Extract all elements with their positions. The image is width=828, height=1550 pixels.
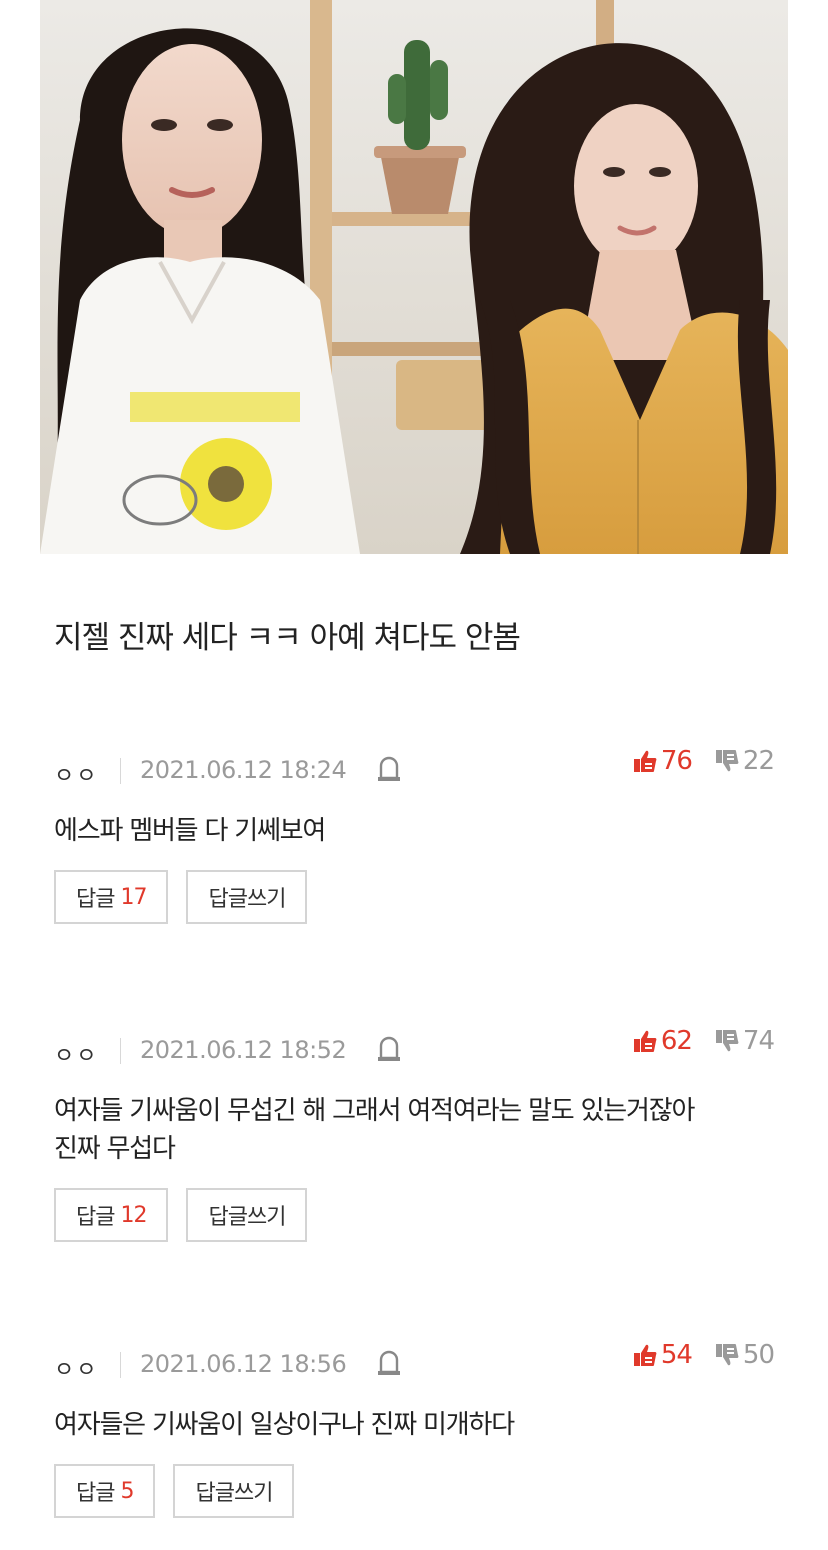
reply-count: 5	[120, 1478, 134, 1504]
comment-text: 여자들은 기싸움이 일상이구나 진짜 미개하다	[54, 1410, 515, 1440]
comment-date: 2021.06.12 18:24	[140, 756, 347, 784]
write-reply-button[interactable]: 답글쓰기	[173, 1464, 295, 1518]
view-replies-button[interactable]: 답글 12	[54, 1188, 169, 1242]
bell-report-icon[interactable]	[376, 756, 402, 784]
upvote-button[interactable]: 54	[632, 1340, 693, 1370]
comment-item: ㅇㅇ 2021.06.12 18:56 54 50 여자들은 기싸움이 일상이구…	[54, 1340, 775, 1518]
bell-report-icon[interactable]	[376, 1036, 402, 1064]
comment-actions: 답글 12 답글쓰기	[54, 1188, 774, 1242]
downvote-button[interactable]: 22	[714, 746, 775, 776]
thumbs-down-icon	[715, 1030, 739, 1052]
write-reply-button[interactable]: 답글쓰기	[186, 1188, 308, 1242]
thumbs-down-icon	[715, 1344, 739, 1366]
post-photo	[40, 0, 788, 554]
meta-divider	[120, 1038, 121, 1064]
comment-item: ㅇㅇ 2021.06.12 18:24 76 22 에스파 멤버들 다 기쎄보여…	[54, 746, 775, 924]
downvote-count: 74	[742, 1026, 775, 1056]
comment-meta: ㅇㅇ 2021.06.12 18:24 76 22	[54, 746, 775, 792]
comment-author: ㅇㅇ	[54, 1044, 99, 1069]
write-reply-label: 답글쓰기	[208, 887, 286, 912]
meta-divider	[120, 1352, 121, 1378]
upvote-count: 76	[660, 746, 693, 776]
downvote-button[interactable]: 50	[714, 1340, 775, 1370]
thumbs-up-icon	[633, 750, 657, 772]
comment-date: 2021.06.12 18:56	[140, 1350, 347, 1378]
upvote-button[interactable]: 62	[632, 1026, 693, 1056]
comment-meta: ㅇㅇ 2021.06.12 18:52 62 74	[54, 1026, 775, 1072]
view-replies-button[interactable]: 답글 5	[54, 1464, 156, 1518]
vote-group: 76 22	[632, 746, 775, 776]
write-reply-button[interactable]: 답글쓰기	[186, 870, 308, 924]
thumbs-down-icon	[715, 750, 739, 772]
comment-actions: 답글 17 답글쓰기	[54, 870, 774, 924]
vote-group: 54 50	[632, 1340, 775, 1370]
post-text: 지젤 진짜 세다 ㅋㅋ 아예 쳐다도 안봄	[54, 620, 521, 656]
write-reply-label: 답글쓰기	[195, 1481, 273, 1506]
thumbs-up-icon	[633, 1030, 657, 1052]
reply-count: 12	[120, 1202, 147, 1228]
downvote-count: 22	[742, 746, 775, 776]
comment-author: ㅇㅇ	[54, 1358, 99, 1383]
upvote-button[interactable]: 76	[632, 746, 693, 776]
upvote-count: 62	[660, 1026, 693, 1056]
downvote-button[interactable]: 74	[714, 1026, 775, 1056]
write-reply-label: 답글쓰기	[208, 1205, 286, 1230]
comment-item: ㅇㅇ 2021.06.12 18:52 62 74 여자들 기싸움이 무섭긴 해…	[54, 1026, 775, 1242]
upvote-count: 54	[660, 1340, 693, 1370]
comment-meta: ㅇㅇ 2021.06.12 18:56 54 50	[54, 1340, 775, 1386]
reply-label: 답글	[76, 1481, 115, 1506]
reply-count: 17	[120, 884, 147, 910]
comment-actions: 답글 5 답글쓰기	[54, 1464, 774, 1518]
reply-label: 답글	[76, 1205, 115, 1230]
vote-group: 62 74	[632, 1026, 775, 1056]
comment-author: ㅇㅇ	[54, 764, 99, 789]
downvote-count: 50	[742, 1340, 775, 1370]
meta-divider	[120, 758, 121, 784]
comment-date: 2021.06.12 18:52	[140, 1036, 347, 1064]
comment-text: 에스파 멤버들 다 기쎄보여	[54, 816, 326, 846]
bell-report-icon[interactable]	[376, 1350, 402, 1378]
thumbs-up-icon	[633, 1344, 657, 1366]
view-replies-button[interactable]: 답글 17	[54, 870, 169, 924]
reply-label: 답글	[76, 887, 115, 912]
comment-text: 여자들 기싸움이 무섭긴 해 그래서 여적여라는 말도 있는거잖아 진짜 무섭다	[54, 1096, 695, 1164]
